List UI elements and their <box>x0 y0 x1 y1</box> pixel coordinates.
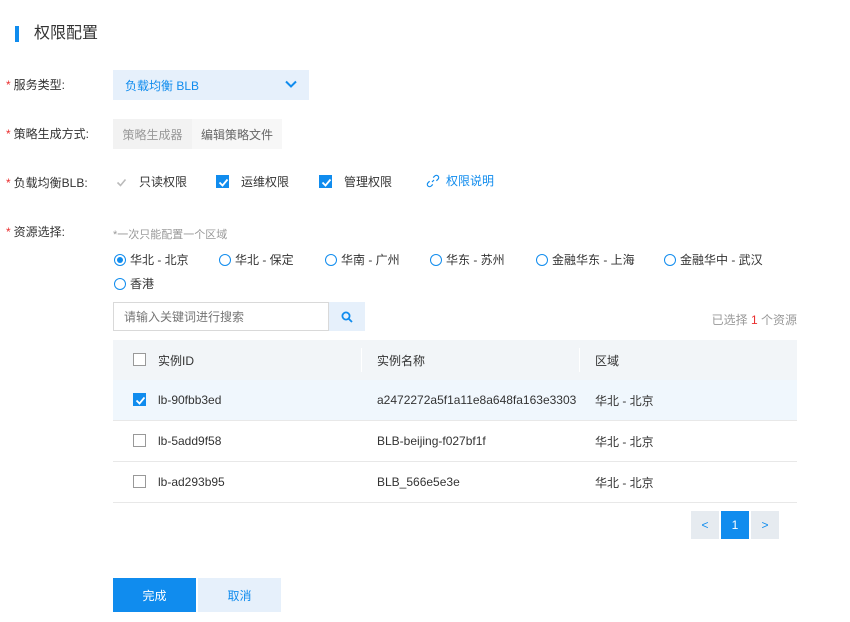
blb-permission-label: * 负载均衡BLB: <box>6 176 88 190</box>
region-radio-wuhan[interactable]: 金融华中 - 武汉 <box>664 251 763 268</box>
row-checkbox[interactable] <box>133 475 146 488</box>
prev-page-button[interactable]: < <box>691 511 719 539</box>
instance-region: 华北 - 北京 <box>595 393 654 408</box>
service-type-label: * 服务类型: <box>6 78 66 92</box>
chevron-down-icon <box>285 80 297 88</box>
region-radio-suzhou[interactable]: 华东 - 苏州 <box>430 251 505 268</box>
confirm-button[interactable]: 完成 <box>113 578 196 612</box>
service-type-value: 负载均衡 BLB <box>125 78 200 93</box>
row-checkbox[interactable] <box>133 393 146 406</box>
region-radio-baoding[interactable]: 华北 - 保定 <box>219 251 294 268</box>
table-row[interactable]: lb-ad293b95 BLB_566e5e3e 华北 - 北京 <box>113 462 797 503</box>
selected-count: 1 <box>750 313 758 327</box>
instance-name: BLB_566e5e3e <box>377 475 460 489</box>
instance-id: lb-90fbb3ed <box>158 393 222 407</box>
pagination: < 1 > <box>689 511 779 539</box>
row-checkbox[interactable] <box>133 434 146 447</box>
checkmark-icon <box>135 396 145 405</box>
select-all-checkbox[interactable] <box>133 353 146 366</box>
link-icon <box>426 174 440 187</box>
radio-icon <box>430 253 442 266</box>
permission-help-link[interactable]: 权限说明 <box>426 172 494 189</box>
resource-search-input[interactable] <box>113 302 329 331</box>
instance-region: 华北 - 北京 <box>595 434 654 449</box>
radio-icon <box>325 253 337 266</box>
radio-selected-icon <box>114 253 126 266</box>
table-row[interactable]: lb-5add9f58 BLB-beijing-f027bf1f 华北 - 北京 <box>113 421 797 462</box>
resource-table: 实例ID 实例名称 区域 lb-90fbb3ed a2472272a5f1a11… <box>113 340 797 503</box>
region-hint: *一次只能配置一个区域 <box>113 229 228 241</box>
required-mark: * <box>6 78 11 92</box>
region-radio-shanghai[interactable]: 金融华东 - 上海 <box>536 251 635 268</box>
search-icon <box>341 311 353 323</box>
table-row[interactable]: lb-90fbb3ed a2472272a5f1a11e8a648fa163e3… <box>113 380 797 421</box>
region-radio-beijing[interactable]: 华北 - 北京 <box>114 251 189 268</box>
column-header-name: 实例名称 <box>377 353 426 368</box>
readonly-permission-checkbox[interactable]: 只读权限 <box>114 173 187 190</box>
checkbox-checked-icon <box>319 175 332 188</box>
search-button[interactable] <box>329 302 365 331</box>
edit-policy-file-tab[interactable]: 编辑策略文件 <box>192 119 282 149</box>
required-mark: * <box>6 127 11 141</box>
table-header: 实例ID 实例名称 区域 <box>113 340 797 380</box>
column-divider <box>579 348 580 372</box>
policy-generator-tab[interactable]: 策略生成器 <box>113 119 192 149</box>
section-title: 权限配置 <box>34 25 99 42</box>
column-header-id: 实例ID <box>158 353 195 368</box>
policy-method-label: * 策略生成方式: <box>6 127 90 141</box>
radio-icon <box>664 253 676 266</box>
cancel-button[interactable]: 取消 <box>198 578 281 612</box>
checkbox-disabled-icon <box>114 175 127 188</box>
radio-icon <box>114 277 126 290</box>
selected-count-text: 已选择 1 个资源 <box>711 313 797 327</box>
region-radio-hongkong[interactable]: 香港 <box>114 275 154 292</box>
instance-name: BLB-beijing-f027bf1f <box>377 434 486 448</box>
required-mark: * <box>6 176 11 190</box>
section-title-accent <box>15 26 19 42</box>
admin-permission-checkbox[interactable]: 管理权限 <box>319 173 392 190</box>
instance-id: lb-ad293b95 <box>158 475 225 489</box>
instance-region: 华北 - 北京 <box>595 475 654 490</box>
radio-icon <box>536 253 548 266</box>
page-number-button[interactable]: 1 <box>721 511 749 539</box>
ops-permission-checkbox[interactable]: 运维权限 <box>216 173 289 190</box>
instance-id: lb-5add9f58 <box>158 434 222 448</box>
instance-name: a2472272a5f1a11e8a648fa163e3303 <box>377 393 577 407</box>
column-divider <box>361 348 362 372</box>
resource-select-label: * 资源选择: <box>6 225 66 239</box>
next-page-button[interactable]: > <box>751 511 779 539</box>
required-mark: * <box>6 225 11 239</box>
checkbox-checked-icon <box>216 175 229 188</box>
radio-icon <box>219 253 231 266</box>
region-radio-guangzhou[interactable]: 华南 - 广州 <box>325 251 400 268</box>
service-type-select[interactable]: 负载均衡 BLB <box>113 70 309 100</box>
column-header-region: 区域 <box>595 353 620 368</box>
